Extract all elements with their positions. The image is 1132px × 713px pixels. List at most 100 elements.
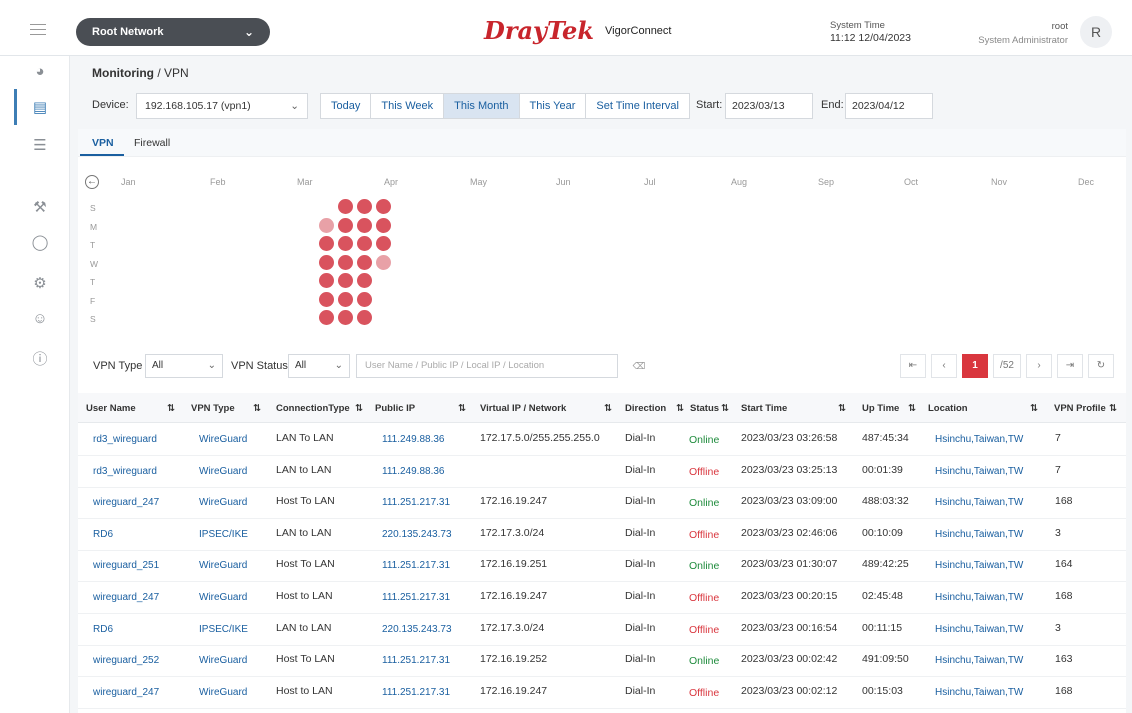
back-arrow-icon[interactable]: ← bbox=[85, 175, 99, 189]
clear-icon[interactable]: ⌫ bbox=[628, 358, 650, 374]
user-name-link[interactable]: rd3_wireguard bbox=[93, 434, 157, 445]
heatmap-day-cell[interactable] bbox=[357, 218, 372, 233]
range-this-year-button[interactable]: This Year bbox=[520, 94, 587, 118]
dashboard-icon[interactable]: ◕ bbox=[30, 62, 50, 82]
heatmap-day-cell[interactable] bbox=[319, 255, 334, 270]
location-link[interactable]: Hsinchu,Taiwan,TW bbox=[935, 687, 1023, 698]
col-connection-type[interactable]: ConnectionType bbox=[276, 403, 350, 414]
vpn-type-select[interactable]: All ⌄ bbox=[145, 354, 223, 378]
vpn-status-select[interactable]: All ⌄ bbox=[288, 354, 350, 378]
current-page[interactable]: 1 bbox=[962, 354, 988, 378]
sort-icon[interactable]: ⇅ bbox=[604, 403, 612, 414]
heatmap-day-cell[interactable] bbox=[357, 236, 372, 251]
user-name-link[interactable]: wireguard_247 bbox=[93, 497, 159, 508]
public-ip-link[interactable]: 220.135.243.73 bbox=[382, 529, 452, 540]
end-date-input[interactable]: 2023/04/12 bbox=[845, 93, 933, 119]
col-status[interactable]: Status bbox=[690, 403, 719, 414]
sort-icon[interactable]: ⇅ bbox=[1030, 403, 1038, 414]
last-page-button[interactable]: ⇥ bbox=[1057, 354, 1083, 378]
sort-icon[interactable]: ⇅ bbox=[458, 403, 466, 414]
network-selector[interactable]: Root Network ⌄ bbox=[76, 18, 270, 46]
users-icon[interactable]: ☺ bbox=[30, 309, 50, 329]
tab-firewall[interactable]: Firewall bbox=[134, 137, 170, 149]
col-virtual-ip[interactable]: Virtual IP / Network bbox=[480, 403, 566, 414]
sort-icon[interactable]: ⇅ bbox=[355, 403, 363, 414]
user-name-link[interactable]: wireguard_252 bbox=[93, 655, 159, 666]
search-input[interactable]: User Name / Public IP / Local IP / Locat… bbox=[356, 354, 618, 378]
heatmap-day-cell[interactable] bbox=[357, 310, 372, 325]
table-row[interactable]: rd3_wireguard WireGuard LAN to LAN 111.249.… bbox=[78, 456, 1126, 488]
user-name-link[interactable]: RD6 bbox=[93, 624, 113, 635]
heatmap-day-cell[interactable] bbox=[376, 255, 391, 270]
heatmap-day-cell[interactable] bbox=[338, 218, 353, 233]
location-link[interactable]: Hsinchu,Taiwan,TW bbox=[935, 529, 1023, 540]
sort-icon[interactable]: ⇅ bbox=[253, 403, 261, 414]
table-row[interactable]: RD6 IPSEC/IKE LAN to LAN 220.135.243.73 172.… bbox=[78, 614, 1126, 646]
range-today-button[interactable]: Today bbox=[321, 94, 372, 118]
user-name-link[interactable]: wireguard_247 bbox=[93, 592, 159, 603]
col-up-time[interactable]: Up Time bbox=[862, 403, 899, 414]
heatmap-day-cell[interactable] bbox=[338, 236, 353, 251]
location-link[interactable]: Hsinchu,Taiwan,TW bbox=[935, 434, 1023, 445]
avatar[interactable]: R bbox=[1080, 16, 1112, 48]
location-link[interactable]: Hsinchu,Taiwan,TW bbox=[935, 624, 1023, 635]
table-row[interactable]: wireguard_247 WireGuard Host To LAN 111.251… bbox=[78, 487, 1126, 520]
heatmap-day-cell[interactable] bbox=[319, 310, 334, 325]
info-icon[interactable]: ⓘ bbox=[30, 350, 50, 370]
range-this-month-button[interactable]: This Month bbox=[444, 94, 520, 118]
location-link[interactable]: Hsinchu,Taiwan,TW bbox=[935, 497, 1023, 508]
heatmap-day-cell[interactable] bbox=[357, 292, 372, 307]
table-row[interactable]: wireguard_252 WireGuard Host To LAN 111.251… bbox=[78, 645, 1126, 678]
tab-vpn[interactable]: VPN bbox=[92, 137, 114, 149]
sort-icon[interactable]: ⇅ bbox=[908, 403, 916, 414]
heatmap-day-cell[interactable] bbox=[319, 292, 334, 307]
public-ip-link[interactable]: 111.249.88.36 bbox=[382, 434, 444, 445]
heatmap-day-cell[interactable] bbox=[338, 199, 353, 214]
table-row[interactable]: RD6 IPSEC/IKE LAN to LAN 220.135.243.73 172.… bbox=[78, 519, 1126, 551]
col-location[interactable]: Location bbox=[928, 403, 968, 414]
heatmap-day-cell[interactable] bbox=[357, 255, 372, 270]
location-link[interactable]: Hsinchu,Taiwan,TW bbox=[935, 560, 1023, 571]
heatmap-day-cell[interactable] bbox=[357, 199, 372, 214]
user-name-link[interactable]: RD6 bbox=[93, 529, 113, 540]
globe-icon[interactable]: ◯ bbox=[30, 233, 50, 253]
settings-sliders-icon[interactable]: ☰ bbox=[30, 136, 50, 156]
public-ip-link[interactable]: 220.135.243.73 bbox=[382, 624, 452, 635]
range-this-week-button[interactable]: This Week bbox=[371, 94, 445, 118]
range-set-interval-button[interactable]: Set Time Interval bbox=[586, 94, 689, 118]
device-select[interactable]: 192.168.105.17 (vpn1) ⌄ bbox=[136, 93, 308, 119]
table-row[interactable]: wireguard_247 WireGuard Host to LAN 111.251… bbox=[78, 677, 1126, 709]
start-date-input[interactable]: 2023/03/13 bbox=[725, 93, 813, 119]
col-vpn-profile[interactable]: VPN Profile bbox=[1054, 403, 1106, 414]
col-user-name[interactable]: User Name bbox=[86, 403, 136, 414]
sort-icon[interactable]: ⇅ bbox=[838, 403, 846, 414]
breadcrumb-section[interactable]: Monitoring bbox=[92, 66, 154, 80]
location-link[interactable]: Hsinchu,Taiwan,TW bbox=[935, 592, 1023, 603]
heatmap-day-cell[interactable] bbox=[338, 273, 353, 288]
user-name-link[interactable]: rd3_wireguard bbox=[93, 466, 157, 477]
user-name-link[interactable]: wireguard_251 bbox=[93, 560, 159, 571]
table-row[interactable]: rd3_wireguard WireGuard LAN To LAN 111.249.… bbox=[78, 424, 1126, 456]
gear-icon[interactable]: ⚙ bbox=[30, 274, 50, 294]
next-page-button[interactable]: › bbox=[1026, 354, 1052, 378]
public-ip-link[interactable]: 111.251.217.31 bbox=[382, 687, 450, 698]
heatmap-day-cell[interactable] bbox=[376, 236, 391, 251]
menu-icon[interactable] bbox=[30, 24, 46, 36]
col-direction[interactable]: Direction bbox=[625, 403, 666, 414]
public-ip-link[interactable]: 111.251.217.31 bbox=[382, 655, 450, 666]
heatmap-day-cell[interactable] bbox=[376, 199, 391, 214]
sort-icon[interactable]: ⇅ bbox=[721, 403, 729, 414]
public-ip-link[interactable]: 111.251.217.31 bbox=[382, 497, 450, 508]
location-link[interactable]: Hsinchu,Taiwan,TW bbox=[935, 655, 1023, 666]
sort-icon[interactable]: ⇅ bbox=[1109, 403, 1117, 414]
first-page-button[interactable]: ⇤ bbox=[900, 354, 926, 378]
sort-icon[interactable]: ⇅ bbox=[676, 403, 684, 414]
sort-icon[interactable]: ⇅ bbox=[167, 403, 175, 414]
heatmap-day-cell[interactable] bbox=[319, 236, 334, 251]
heatmap-day-cell[interactable] bbox=[319, 273, 334, 288]
prev-page-button[interactable]: ‹ bbox=[931, 354, 957, 378]
wrench-icon[interactable]: ⚒ bbox=[30, 198, 50, 218]
public-ip-link[interactable]: 111.251.217.31 bbox=[382, 560, 450, 571]
col-vpn-type[interactable]: VPN Type bbox=[191, 403, 235, 414]
public-ip-link[interactable]: 111.251.217.31 bbox=[382, 592, 450, 603]
